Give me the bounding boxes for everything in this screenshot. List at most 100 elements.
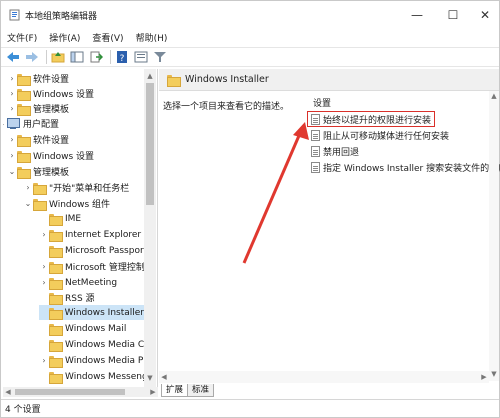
details-header-title: Windows Installer	[185, 74, 269, 85]
policy-setting-icon	[311, 145, 320, 157]
scroll-up-arrow-icon[interactable]: ▲	[144, 71, 156, 81]
tree-item-computer-windows-settings[interactable]: › Windows 设置	[7, 86, 94, 101]
gpedit-app-icon	[9, 9, 20, 21]
setting-prevent-removable-media[interactable]: 阻止从可移动媒体进行任何安装	[311, 128, 449, 142]
tab-standard[interactable]: 标准	[187, 384, 215, 397]
chevron-right-icon[interactable]: ›	[7, 74, 17, 84]
folder-icon	[33, 198, 47, 211]
policy-setting-icon	[311, 161, 320, 173]
menu-action[interactable]: 操作(A)	[49, 31, 80, 44]
tree-vertical-scrollbar[interactable]: ▲ ▼	[144, 69, 156, 387]
menu-file[interactable]: 文件(F)	[7, 31, 37, 44]
tree-item-mmc[interactable]: › Microsoft 管理控制台	[39, 259, 154, 274]
tree-item-internet-explorer[interactable]: › Internet Explorer	[39, 227, 141, 242]
tree-item-label: NetMeeting	[65, 277, 118, 288]
chevron-right-icon[interactable]: ›	[39, 230, 49, 240]
tree-item-rss-feeds[interactable]: RSS 源	[39, 290, 95, 305]
chevron-right-icon[interactable]: ›	[39, 278, 49, 288]
tree-item-label: Windows Installer	[64, 307, 144, 318]
folder-icon	[17, 73, 31, 86]
details-pane: Windows Installer 选择一个项目来查看它的描述。 设置 始终以提…	[159, 69, 500, 397]
tree-item-microsoft-passport[interactable]: Microsoft Passport	[39, 243, 147, 258]
tree-item-ime[interactable]: IME	[39, 211, 81, 226]
tree-item-label: Windows Mail	[65, 323, 127, 334]
scroll-down-arrow-icon[interactable]: ▼	[489, 369, 499, 379]
help-icon[interactable]: ?	[114, 49, 130, 65]
scroll-up-arrow-icon[interactable]: ▲	[489, 91, 499, 101]
description-text: 选择一个项目来查看它的描述。	[163, 102, 290, 112]
chevron-right-icon[interactable]: ›	[7, 135, 17, 145]
tree-item-computer-admin-templates[interactable]: › 管理模板	[7, 101, 69, 116]
scroll-right-arrow-icon[interactable]: ▶	[148, 387, 158, 397]
tree-scroll-thumb[interactable]	[146, 83, 154, 205]
chevron-right-icon[interactable]: ›	[7, 104, 17, 114]
folder-icon	[49, 339, 63, 352]
folder-icon	[17, 134, 31, 147]
tree-hscroll-thumb[interactable]	[15, 389, 125, 395]
close-button[interactable]: ✕	[472, 5, 498, 25]
show-tree-icon[interactable]	[69, 49, 85, 65]
tree-item-windows-media-player[interactable]: › Windows Media Pla	[39, 353, 151, 368]
forward-arrow-icon[interactable]	[24, 49, 40, 65]
chevron-right-icon[interactable]: ›	[39, 356, 49, 366]
settings-column-header[interactable]: 设置	[313, 96, 331, 109]
chevron-down-icon[interactable]: ⌄	[23, 199, 33, 209]
scroll-right-arrow-icon[interactable]: ▶	[479, 371, 489, 383]
export-icon[interactable]	[88, 49, 104, 65]
tree-item-label: 软件设置	[33, 75, 70, 85]
tree-item-label: Windows 设置	[33, 90, 95, 100]
tree-item-netmeeting[interactable]: › NetMeeting	[39, 275, 117, 290]
scroll-left-arrow-icon[interactable]: ◀	[3, 387, 13, 397]
tree-item-windows-mail[interactable]: Windows Mail	[39, 321, 126, 336]
chevron-right-icon[interactable]: ›	[39, 262, 49, 272]
tree-item-windows-media-center[interactable]: Windows Media Ce	[39, 337, 150, 352]
tree-item-windows-messenger[interactable]: Windows Messenge	[39, 369, 153, 384]
tree-item-label: Windows Messenge	[65, 371, 154, 382]
filter-icon[interactable]	[152, 49, 168, 65]
tab-extended[interactable]: 扩展	[161, 384, 189, 397]
folder-icon	[49, 277, 63, 290]
status-bar: 4 个设置	[1, 399, 499, 417]
setting-search-order[interactable]: 指定 Windows Installer 搜索安装文件的顺序	[311, 160, 500, 174]
tree-item-user-software-settings[interactable]: › 软件设置	[7, 132, 69, 147]
chevron-right-icon[interactable]: ›	[23, 183, 33, 193]
back-arrow-icon[interactable]	[5, 49, 21, 65]
minimize-button[interactable]: —	[404, 5, 430, 25]
menu-help[interactable]: 帮助(H)	[136, 31, 168, 44]
toolbar-separator	[110, 50, 111, 64]
setting-label: 指定 Windows Installer 搜索安装文件的顺序	[323, 163, 500, 174]
folder-icon	[33, 182, 47, 195]
tree-item-label: "开始"菜单和任务栏	[49, 184, 130, 194]
tree-item-windows-components[interactable]: ⌄ Windows 组件	[23, 196, 110, 211]
tree-item-computer-software-settings[interactable]: › 软件设置	[7, 71, 69, 86]
tree-item-user-windows-settings[interactable]: › Windows 设置	[7, 148, 94, 163]
maximize-button[interactable]: ☐	[440, 5, 466, 25]
toolbar-separator	[46, 50, 47, 64]
tree-item-user-admin-templates[interactable]: ⌄ 管理模板	[7, 164, 69, 179]
menu-view[interactable]: 查看(V)	[92, 31, 123, 44]
setting-disable-rollback[interactable]: 禁用回退	[311, 144, 359, 158]
tree-item-label: IME	[65, 213, 82, 224]
tree-item-label: Windows Media Ce	[65, 339, 150, 350]
properties-icon[interactable]	[133, 49, 149, 65]
tree-item-user-config[interactable]: ⌄ 用户配置	[3, 116, 59, 131]
scroll-left-arrow-icon[interactable]: ◀	[159, 371, 169, 383]
chevron-right-icon[interactable]: ›	[7, 151, 17, 161]
folder-icon	[49, 355, 63, 368]
scroll-down-arrow-icon[interactable]: ▼	[144, 373, 156, 383]
window-title: 本地组策略编辑器	[25, 12, 98, 22]
tree-item-start-menu-taskbar[interactable]: › "开始"菜单和任务栏	[23, 180, 129, 195]
details-horizontal-scrollbar[interactable]: ◀ ▶	[159, 371, 489, 383]
tree-horizontal-scrollbar[interactable]: ◀ ▶	[3, 387, 158, 397]
folder-up-icon[interactable]	[50, 49, 66, 65]
tree-item-windows-installer[interactable]: Windows Installer	[39, 305, 144, 320]
folder-icon	[167, 74, 181, 87]
details-vertical-scrollbar[interactable]: ▲ ▼	[489, 91, 499, 381]
folder-icon	[48, 307, 63, 320]
folder-icon	[49, 229, 63, 242]
chevron-down-icon[interactable]: ⌄	[7, 167, 17, 177]
tree-item-label: RSS 源	[65, 294, 95, 304]
chevron-right-icon[interactable]: ›	[7, 89, 17, 99]
